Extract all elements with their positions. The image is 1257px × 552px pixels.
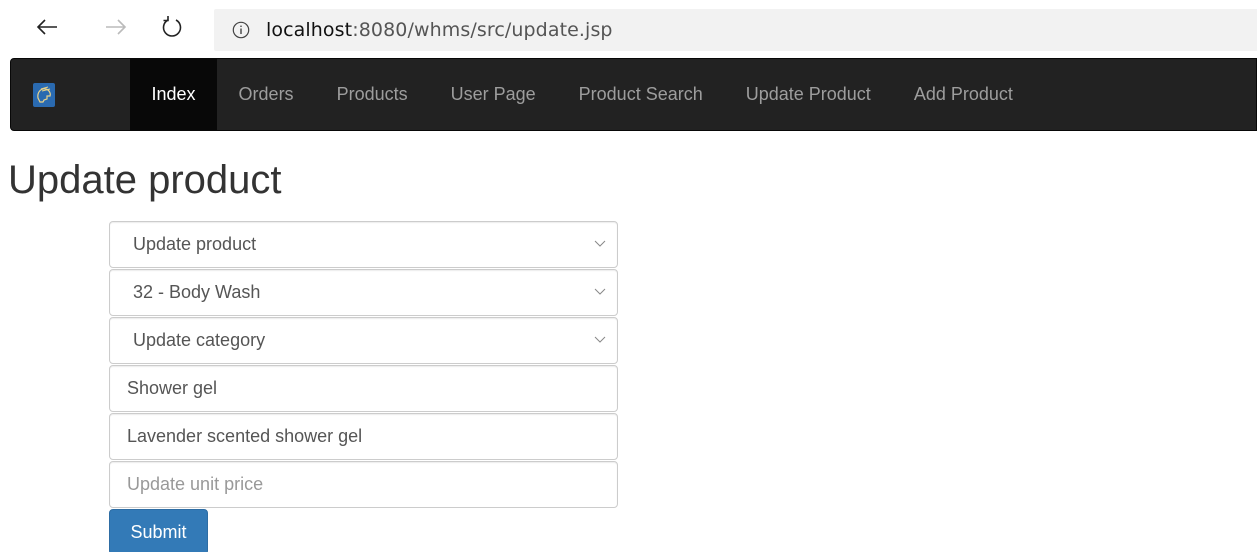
- nav-item-update-product[interactable]: Update Product: [724, 59, 892, 130]
- refresh-icon[interactable]: [157, 12, 187, 42]
- address-bar[interactable]: localhost:8080/whms/src/update.jsp: [214, 9, 1257, 51]
- spartan-helmet-logo-icon[interactable]: [33, 83, 55, 107]
- product-name-value: Shower gel: [127, 378, 218, 398]
- product-select[interactable]: 32 - Body Wash: [109, 269, 618, 316]
- back-arrow-icon[interactable]: [32, 12, 62, 42]
- nav-item-product-search[interactable]: Product Search: [557, 59, 724, 130]
- nav-item-user-page[interactable]: User Page: [429, 59, 557, 130]
- unit-price-placeholder: Update unit price: [127, 474, 264, 494]
- chevron-down-icon: [594, 288, 606, 295]
- url-path: :8080/whms/src/update.jsp: [352, 19, 613, 41]
- url-host: localhost: [266, 19, 353, 41]
- update-product-select[interactable]: Update product: [109, 221, 618, 268]
- nav-item-orders[interactable]: Orders: [217, 59, 315, 130]
- product-description-value: Lavender scented shower gel: [127, 426, 363, 446]
- category-select-value: Update category: [133, 330, 266, 350]
- chevron-down-icon: [594, 240, 606, 247]
- update-product-select-value: Update product: [133, 234, 257, 254]
- unit-price-input[interactable]: Update unit price: [109, 461, 618, 508]
- product-select-value: 32 - Body Wash: [133, 282, 261, 302]
- nav-item-add-product[interactable]: Add Product: [892, 59, 1034, 130]
- url-text: localhost:8080/whms/src/update.jsp: [266, 19, 613, 41]
- page-title: Update product: [8, 158, 282, 202]
- product-description-input[interactable]: Lavender scented shower gel: [109, 413, 618, 460]
- info-icon[interactable]: [232, 21, 250, 39]
- nav-menu: Index Orders Products User Page Product …: [130, 59, 1034, 130]
- nav-item-index[interactable]: Index: [130, 59, 218, 130]
- forward-arrow-icon[interactable]: [101, 12, 131, 42]
- submit-button[interactable]: Submit: [109, 509, 208, 552]
- category-select[interactable]: Update category: [109, 317, 618, 364]
- nav-item-products[interactable]: Products: [315, 59, 429, 130]
- update-product-form: Update product 32 - Body Wash Update cat…: [109, 221, 618, 552]
- chevron-down-icon: [594, 336, 606, 343]
- product-name-input[interactable]: Shower gel: [109, 365, 618, 412]
- site-navbar: Index Orders Products User Page Product …: [10, 58, 1257, 131]
- browser-toolbar: localhost:8080/whms/src/update.jsp: [0, 0, 1257, 58]
